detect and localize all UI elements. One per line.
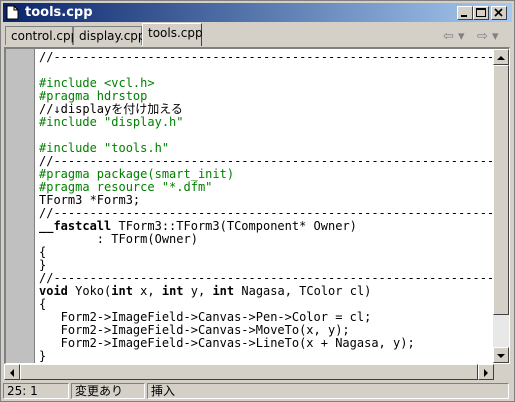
minimize-button[interactable] bbox=[457, 6, 473, 20]
close-icon bbox=[494, 8, 503, 17]
code-line[interactable]: } bbox=[39, 350, 493, 363]
title-bar[interactable]: tools.cpp bbox=[3, 3, 512, 22]
up-arrow-icon bbox=[497, 56, 505, 60]
code-line[interactable]: void Yoko(int x, int y, int Nagasa, TCol… bbox=[39, 285, 493, 298]
minimize-icon bbox=[461, 15, 467, 17]
code-line[interactable]: { bbox=[39, 246, 493, 259]
tab-display-cpp[interactable]: display.cpp bbox=[73, 26, 146, 45]
editor-window: tools.cpp control.cpp display.cpp tools.… bbox=[0, 0, 515, 402]
tab-control-cpp[interactable]: control.cpp bbox=[5, 26, 78, 45]
cursor-position: 25: 1 bbox=[3, 383, 69, 399]
left-arrow-icon bbox=[10, 369, 14, 377]
maximize-button[interactable] bbox=[473, 6, 489, 20]
status-bar: 25: 1 変更あり 挿入 bbox=[3, 382, 512, 400]
close-button[interactable] bbox=[491, 6, 507, 20]
horizontal-scrollbar[interactable] bbox=[4, 364, 494, 380]
insert-mode-status: 挿入 bbox=[147, 383, 509, 399]
horizontal-scroll-thumb[interactable] bbox=[20, 364, 478, 380]
editor-gutter[interactable] bbox=[6, 49, 35, 363]
code-line[interactable]: Form2->ImageField->Canvas->LineTo(x + Na… bbox=[39, 337, 493, 350]
code-line[interactable]: #include "display.h" bbox=[39, 116, 493, 129]
code-area[interactable]: //--------------------------------------… bbox=[39, 51, 493, 363]
code-line[interactable]: //--------------------------------------… bbox=[39, 51, 493, 64]
code-line[interactable]: : TForm(Owner) bbox=[39, 233, 493, 246]
scroll-corner bbox=[494, 364, 510, 380]
vertical-scrollbar[interactable] bbox=[493, 49, 509, 363]
back-icon[interactable]: ⇦ ▾ bbox=[443, 29, 465, 44]
modified-status: 変更あり bbox=[71, 383, 145, 399]
scroll-left-button[interactable] bbox=[4, 364, 20, 380]
down-arrow-icon bbox=[497, 354, 505, 358]
tab-bar: control.cpp display.cpp tools.cpp ⇦ ▾ ⇨ … bbox=[3, 23, 512, 47]
window-title: tools.cpp bbox=[25, 5, 93, 20]
scroll-down-button[interactable] bbox=[493, 347, 509, 363]
right-arrow-icon bbox=[484, 369, 488, 377]
forward-icon[interactable]: ⇨ ▾ bbox=[477, 29, 499, 44]
scroll-up-button[interactable] bbox=[493, 49, 509, 65]
scroll-right-button[interactable] bbox=[478, 364, 494, 380]
tab-tools-cpp[interactable]: tools.cpp bbox=[142, 23, 203, 46]
maximize-icon bbox=[476, 8, 486, 17]
code-editor[interactable]: //--------------------------------------… bbox=[4, 47, 510, 364]
document-icon bbox=[6, 5, 19, 20]
vertical-scroll-thumb[interactable] bbox=[493, 65, 509, 315]
